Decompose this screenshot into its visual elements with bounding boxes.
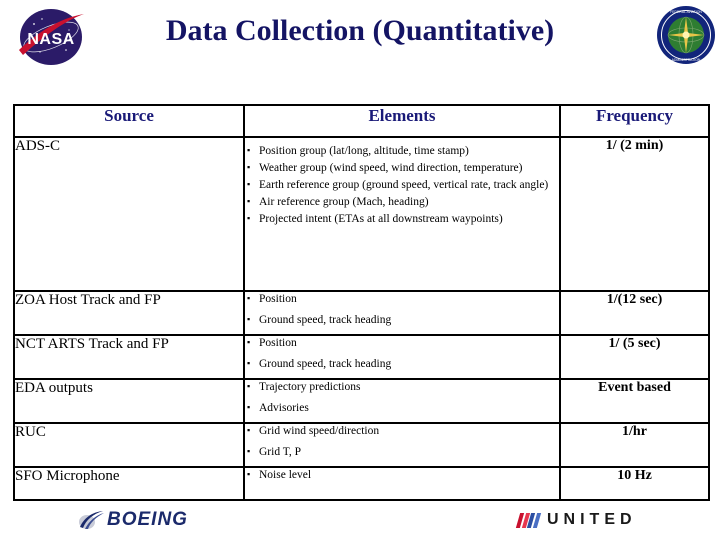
page-title: Data Collection (Quantitative)	[165, 14, 555, 47]
elements-list: Noise level	[245, 467, 559, 483]
list-item: Position	[245, 335, 559, 351]
list-item: Weather group (wind speed, wind directio…	[245, 160, 559, 176]
cell-source: NCT ARTS Track and FP	[13, 334, 245, 380]
list-item: Ground speed, track heading	[245, 312, 559, 328]
united-logo: UNITED	[515, 510, 637, 530]
cell-elements: Position Ground speed, track heading	[243, 290, 561, 336]
boeing-swoosh-icon	[79, 511, 104, 529]
table-row: EDA outputs Trajectory predictions Advis…	[13, 378, 710, 424]
list-item: Projected intent (ETAs at all downstream…	[245, 211, 559, 227]
table-row: ZOA Host Track and FP Position Ground sp…	[13, 290, 710, 336]
column-header-frequency: Frequency	[559, 104, 710, 138]
svg-text:ADMINISTRATION: ADMINISTRATION	[672, 58, 701, 62]
cell-source: SFO Microphone	[13, 466, 245, 501]
list-item: Noise level	[245, 467, 559, 483]
list-item: Ground speed, track heading	[245, 356, 559, 372]
boeing-logo: BOEING	[78, 509, 188, 531]
list-item: Grid T, P	[245, 444, 559, 460]
list-item: Position	[245, 291, 559, 307]
cell-source: EDA outputs	[13, 378, 245, 424]
united-wordmark: UNITED	[547, 511, 637, 528]
cell-elements: Position Ground speed, track heading	[243, 334, 561, 380]
elements-list: Grid wind speed/direction Grid T, P	[245, 423, 559, 460]
cell-elements: Grid wind speed/direction Grid T, P	[243, 422, 561, 468]
list-item: Air reference group (Mach, heading)	[245, 194, 559, 210]
cell-source: RUC	[13, 422, 245, 468]
nasa-logo-icon: NASA	[14, 6, 88, 68]
svg-text:FEDERAL AVIATION: FEDERAL AVIATION	[670, 10, 702, 14]
list-item: Advisories	[245, 400, 559, 416]
cell-frequency: 1/hr	[559, 422, 710, 468]
column-header-source: Source	[13, 104, 245, 138]
elements-list: Trajectory predictions Advisories	[245, 379, 559, 416]
list-item: Trajectory predictions	[245, 379, 559, 395]
list-item: Position group (lat/long, altitude, time…	[245, 143, 559, 159]
svg-text:NASA: NASA	[27, 31, 74, 48]
table-row: SFO Microphone Noise level 10 Hz	[13, 466, 710, 501]
elements-list: Position Ground speed, track heading	[245, 291, 559, 328]
list-item: Earth reference group (ground speed, ver…	[245, 177, 559, 193]
boeing-wordmark: BOEING	[107, 509, 188, 530]
table-row: RUC Grid wind speed/direction Grid T, P …	[13, 422, 710, 468]
cell-elements: Trajectory predictions Advisories	[243, 378, 561, 424]
cell-elements: Position group (lat/long, altitude, time…	[243, 136, 561, 292]
cell-source: ADS-C	[13, 136, 245, 292]
cell-frequency: Event based	[559, 378, 710, 424]
table-header-row: Source Elements Frequency	[13, 104, 710, 138]
column-header-elements: Elements	[243, 104, 561, 138]
cell-frequency: 1/ (5 sec)	[559, 334, 710, 380]
cell-elements: Noise level	[243, 466, 561, 501]
slide-header: NASA Data Collection (Quantitative) FEDE…	[0, 0, 720, 96]
data-collection-table: Source Elements Frequency ADS-C Position…	[13, 104, 710, 501]
elements-list: Position group (lat/long, altitude, time…	[245, 143, 559, 227]
table-row: ADS-C Position group (lat/long, altitude…	[13, 136, 710, 292]
cell-source: ZOA Host Track and FP	[13, 290, 245, 336]
list-item: Grid wind speed/direction	[245, 423, 559, 439]
table-row: NCT ARTS Track and FP Position Ground sp…	[13, 334, 710, 380]
cell-frequency: 10 Hz	[559, 466, 710, 501]
united-stripes-icon	[515, 512, 542, 528]
cell-frequency: 1/ (2 min)	[559, 136, 710, 292]
cell-frequency: 1/(12 sec)	[559, 290, 710, 336]
faa-seal-icon: FEDERAL AVIATION ADMINISTRATION	[655, 4, 717, 66]
elements-list: Position Ground speed, track heading	[245, 335, 559, 372]
